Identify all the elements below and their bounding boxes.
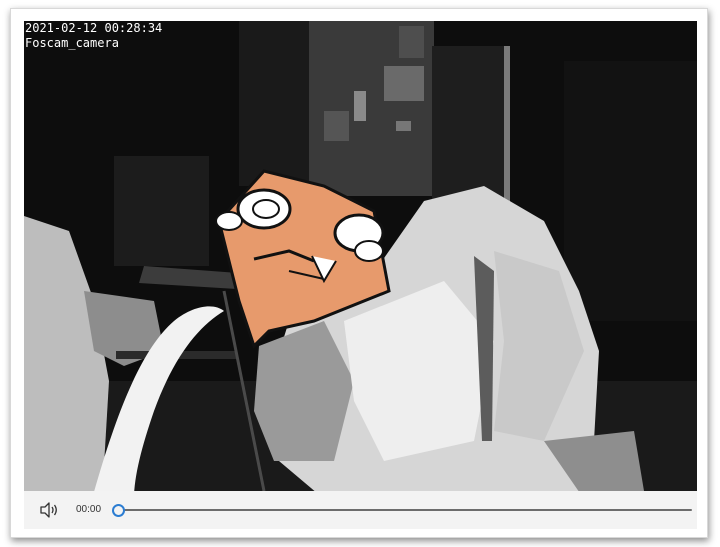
volume-button[interactable] [38, 501, 60, 519]
camera-name-overlay: Foscam_camera [25, 36, 119, 50]
seek-thumb[interactable] [112, 504, 125, 517]
seek-slider[interactable] [112, 504, 692, 517]
media-control-bar: 00:00 [24, 491, 697, 529]
night-vision-scene [24, 21, 697, 499]
current-time: 00:00 [76, 504, 102, 515]
video-player-frame: 2021-02-12 00:28:34 Foscam_camera 00:00 [10, 8, 708, 538]
speaker-icon [40, 502, 57, 518]
timestamp-overlay: 2021-02-12 00:28:34 [25, 21, 163, 35]
camera-video[interactable]: 2021-02-12 00:28:34 Foscam_camera [24, 21, 697, 499]
seek-track[interactable] [116, 509, 692, 511]
